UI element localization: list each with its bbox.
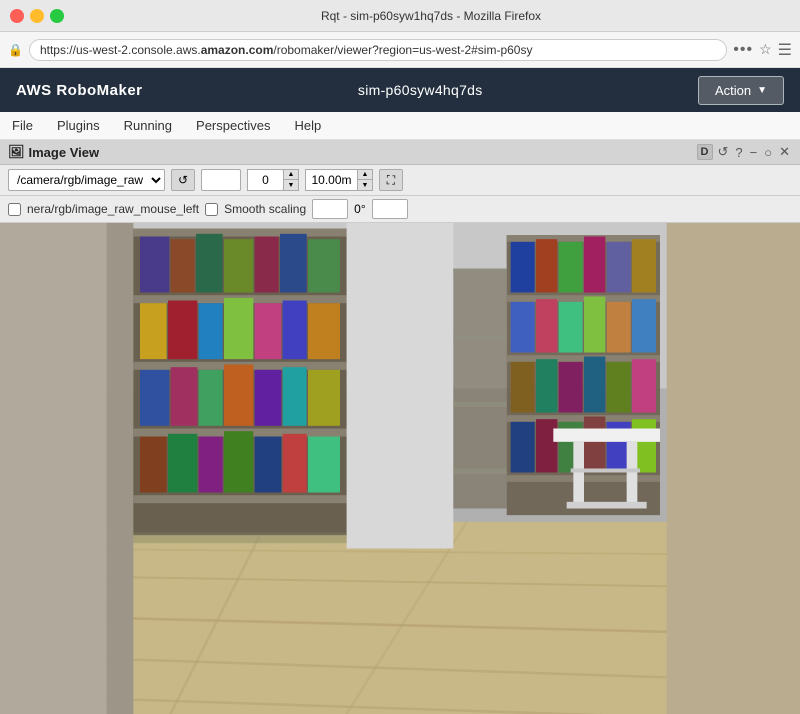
menu-plugins[interactable]: Plugins xyxy=(53,116,104,135)
camera-topic-select[interactable]: /camera/rgb/image_raw xyxy=(8,169,165,191)
zoom-spinbox-arrows[interactable]: ▲ ▼ xyxy=(283,169,299,191)
url-prefix: https://us-west-2.console.aws. xyxy=(40,43,201,57)
aws-logo: AWS RoboMaker xyxy=(16,82,143,99)
action-label: Action xyxy=(715,83,751,98)
distance-spinbox[interactable]: 10.00m ▲ ▼ xyxy=(305,169,373,191)
browser-close-button[interactable] xyxy=(10,9,24,23)
panel-close-button[interactable]: ✕ xyxy=(777,144,792,160)
panel-title: 🖼 Image View xyxy=(8,144,99,160)
menu-bar: File Plugins Running Perspectives Help xyxy=(0,112,800,140)
distance-value: 10.00m xyxy=(305,169,357,191)
panel-refresh-icon[interactable]: ↺ xyxy=(716,144,731,160)
options-row: nera/rgb/image_raw_mouse_left Smooth sca… xyxy=(0,196,800,223)
browser-more-button[interactable]: ••• xyxy=(733,41,753,59)
simulation-id: sim-p60syw4hq7ds xyxy=(358,82,483,98)
panel-title-text: Image View xyxy=(29,145,100,160)
color-input[interactable] xyxy=(201,169,241,191)
smooth-scaling-label: Smooth scaling xyxy=(224,202,306,216)
zoom-spinbox[interactable]: 0 ▲ ▼ xyxy=(247,169,299,191)
menu-perspectives[interactable]: Perspectives xyxy=(192,116,274,135)
sync-button[interactable]: ⛶ xyxy=(379,169,403,191)
color-swatch-input[interactable] xyxy=(312,199,348,219)
browser-window-controls xyxy=(10,9,64,23)
browser-minimize-button[interactable] xyxy=(30,9,44,23)
panel-d-button[interactable]: D xyxy=(697,144,713,160)
url-bar[interactable]: https://us-west-2.console.aws.amazon.com… xyxy=(29,39,727,61)
panel-controls: D ↺ ? − ○ ✕ xyxy=(697,144,792,160)
refresh-button[interactable]: ↺ xyxy=(171,169,195,191)
app-container: AWS RoboMaker sim-p60syw4hq7ds Action ▼ … xyxy=(0,68,800,714)
refresh-icon: ↺ xyxy=(178,173,188,187)
panel-title-icon: 🖼 xyxy=(8,144,25,160)
angle-value: 0° xyxy=(354,202,365,216)
toolbar-row: /camera/rgb/image_raw ↺ 0 ▲ ▼ 10.00m ▲ ▼… xyxy=(0,165,800,196)
aws-header: AWS RoboMaker sim-p60syw4hq7ds Action ▼ xyxy=(0,68,800,112)
panel-restore-button[interactable]: ○ xyxy=(762,145,774,160)
mouse-left-label: nera/rgb/image_raw_mouse_left xyxy=(27,202,199,216)
browser-toolbar: 🔒 https://us-west-2.console.aws.amazon.c… xyxy=(0,32,800,68)
browser-menu-icon[interactable]: ☰ xyxy=(778,40,792,60)
panel-help-icon[interactable]: ? xyxy=(733,145,744,160)
ssl-lock-icon: 🔒 xyxy=(8,43,23,57)
action-button[interactable]: Action ▼ xyxy=(698,76,784,105)
panel-minimize-button[interactable]: − xyxy=(748,145,760,160)
smooth-scaling-checkbox[interactable] xyxy=(205,203,218,216)
menu-running[interactable]: Running xyxy=(120,116,176,135)
mouse-left-checkbox[interactable] xyxy=(8,203,21,216)
zoom-down-button[interactable]: ▼ xyxy=(284,180,298,190)
distance-spinbox-arrows[interactable]: ▲ ▼ xyxy=(357,169,373,191)
zoom-value: 0 xyxy=(247,169,283,191)
distance-down-button[interactable]: ▼ xyxy=(358,180,372,190)
image-viewport xyxy=(0,223,800,714)
warehouse-scene-svg xyxy=(0,223,800,714)
menu-help[interactable]: Help xyxy=(290,116,325,135)
url-suffix: /robomaker/viewer?region=us-west-2#sim-p… xyxy=(273,43,532,57)
bookmark-icon[interactable]: ☆ xyxy=(759,41,772,58)
zoom-up-button[interactable]: ▲ xyxy=(284,170,298,180)
panel-header: 🖼 Image View D ↺ ? − ○ ✕ xyxy=(0,140,800,165)
url-domain: amazon.com xyxy=(201,43,274,57)
angle-input[interactable] xyxy=(372,199,408,219)
browser-titlebar: Rqt - sim-p60syw1hq7ds - Mozilla Firefox xyxy=(0,0,800,32)
distance-up-button[interactable]: ▲ xyxy=(358,170,372,180)
menu-file[interactable]: File xyxy=(8,116,37,135)
sync-icon: ⛶ xyxy=(387,173,395,188)
chevron-down-icon: ▼ xyxy=(757,85,767,96)
browser-title: Rqt - sim-p60syw1hq7ds - Mozilla Firefox xyxy=(72,9,790,23)
browser-maximize-button[interactable] xyxy=(50,9,64,23)
